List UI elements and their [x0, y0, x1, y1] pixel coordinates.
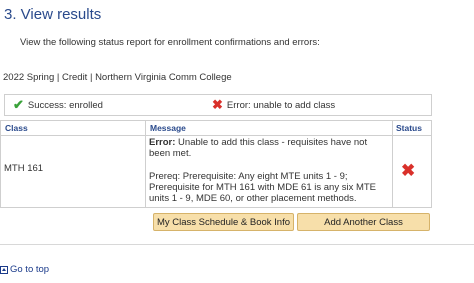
go-to-top-icon	[0, 265, 8, 274]
error-prefix: Error:	[149, 137, 176, 148]
header-class: Class	[5, 123, 28, 133]
x-icon: ✖	[401, 161, 416, 180]
table-row-message: Error: Unable to add this class - requis…	[149, 137, 389, 204]
error-text: Unable to add this class - requisites ha…	[149, 137, 368, 160]
column-divider	[392, 121, 393, 207]
check-icon: ✔	[13, 97, 24, 112]
legend-success: ✔ Success: enrolled	[13, 97, 103, 112]
add-another-class-button[interactable]: Add Another Class	[297, 213, 430, 231]
section-divider	[0, 244, 474, 245]
page-title: 3. View results	[4, 6, 102, 23]
instructions-text: View the following status report for enr…	[20, 37, 320, 48]
legend-error: ✖ Error: unable to add class	[212, 97, 336, 112]
header-message: Message	[150, 123, 186, 133]
term-info: 2022 Spring | Credit | Northern Virginia…	[3, 72, 232, 83]
x-icon: ✖	[212, 97, 223, 112]
table-row-class: MTH 161	[4, 163, 44, 174]
go-to-top-link[interactable]: Go to top	[0, 264, 49, 275]
legend-success-label: Success: enrolled	[27, 99, 103, 111]
header-status: Status	[396, 123, 422, 133]
status-legend: ✔ Success: enrolled ✖ Error: unable to a…	[4, 94, 432, 116]
prereq-line-2: Prerequisite for MTH 161 with MDE 61 is …	[149, 181, 377, 205]
table-header: Class Message Status	[1, 121, 431, 136]
legend-error-label: Error: unable to add class	[226, 99, 336, 111]
prereq-line-1: Prereq: Prerequisite: Any eight MTE unit…	[149, 170, 348, 182]
column-divider	[145, 121, 146, 207]
go-to-top-label: Go to top	[10, 264, 50, 275]
class-schedule-button[interactable]: My Class Schedule & Book Info	[153, 213, 294, 231]
